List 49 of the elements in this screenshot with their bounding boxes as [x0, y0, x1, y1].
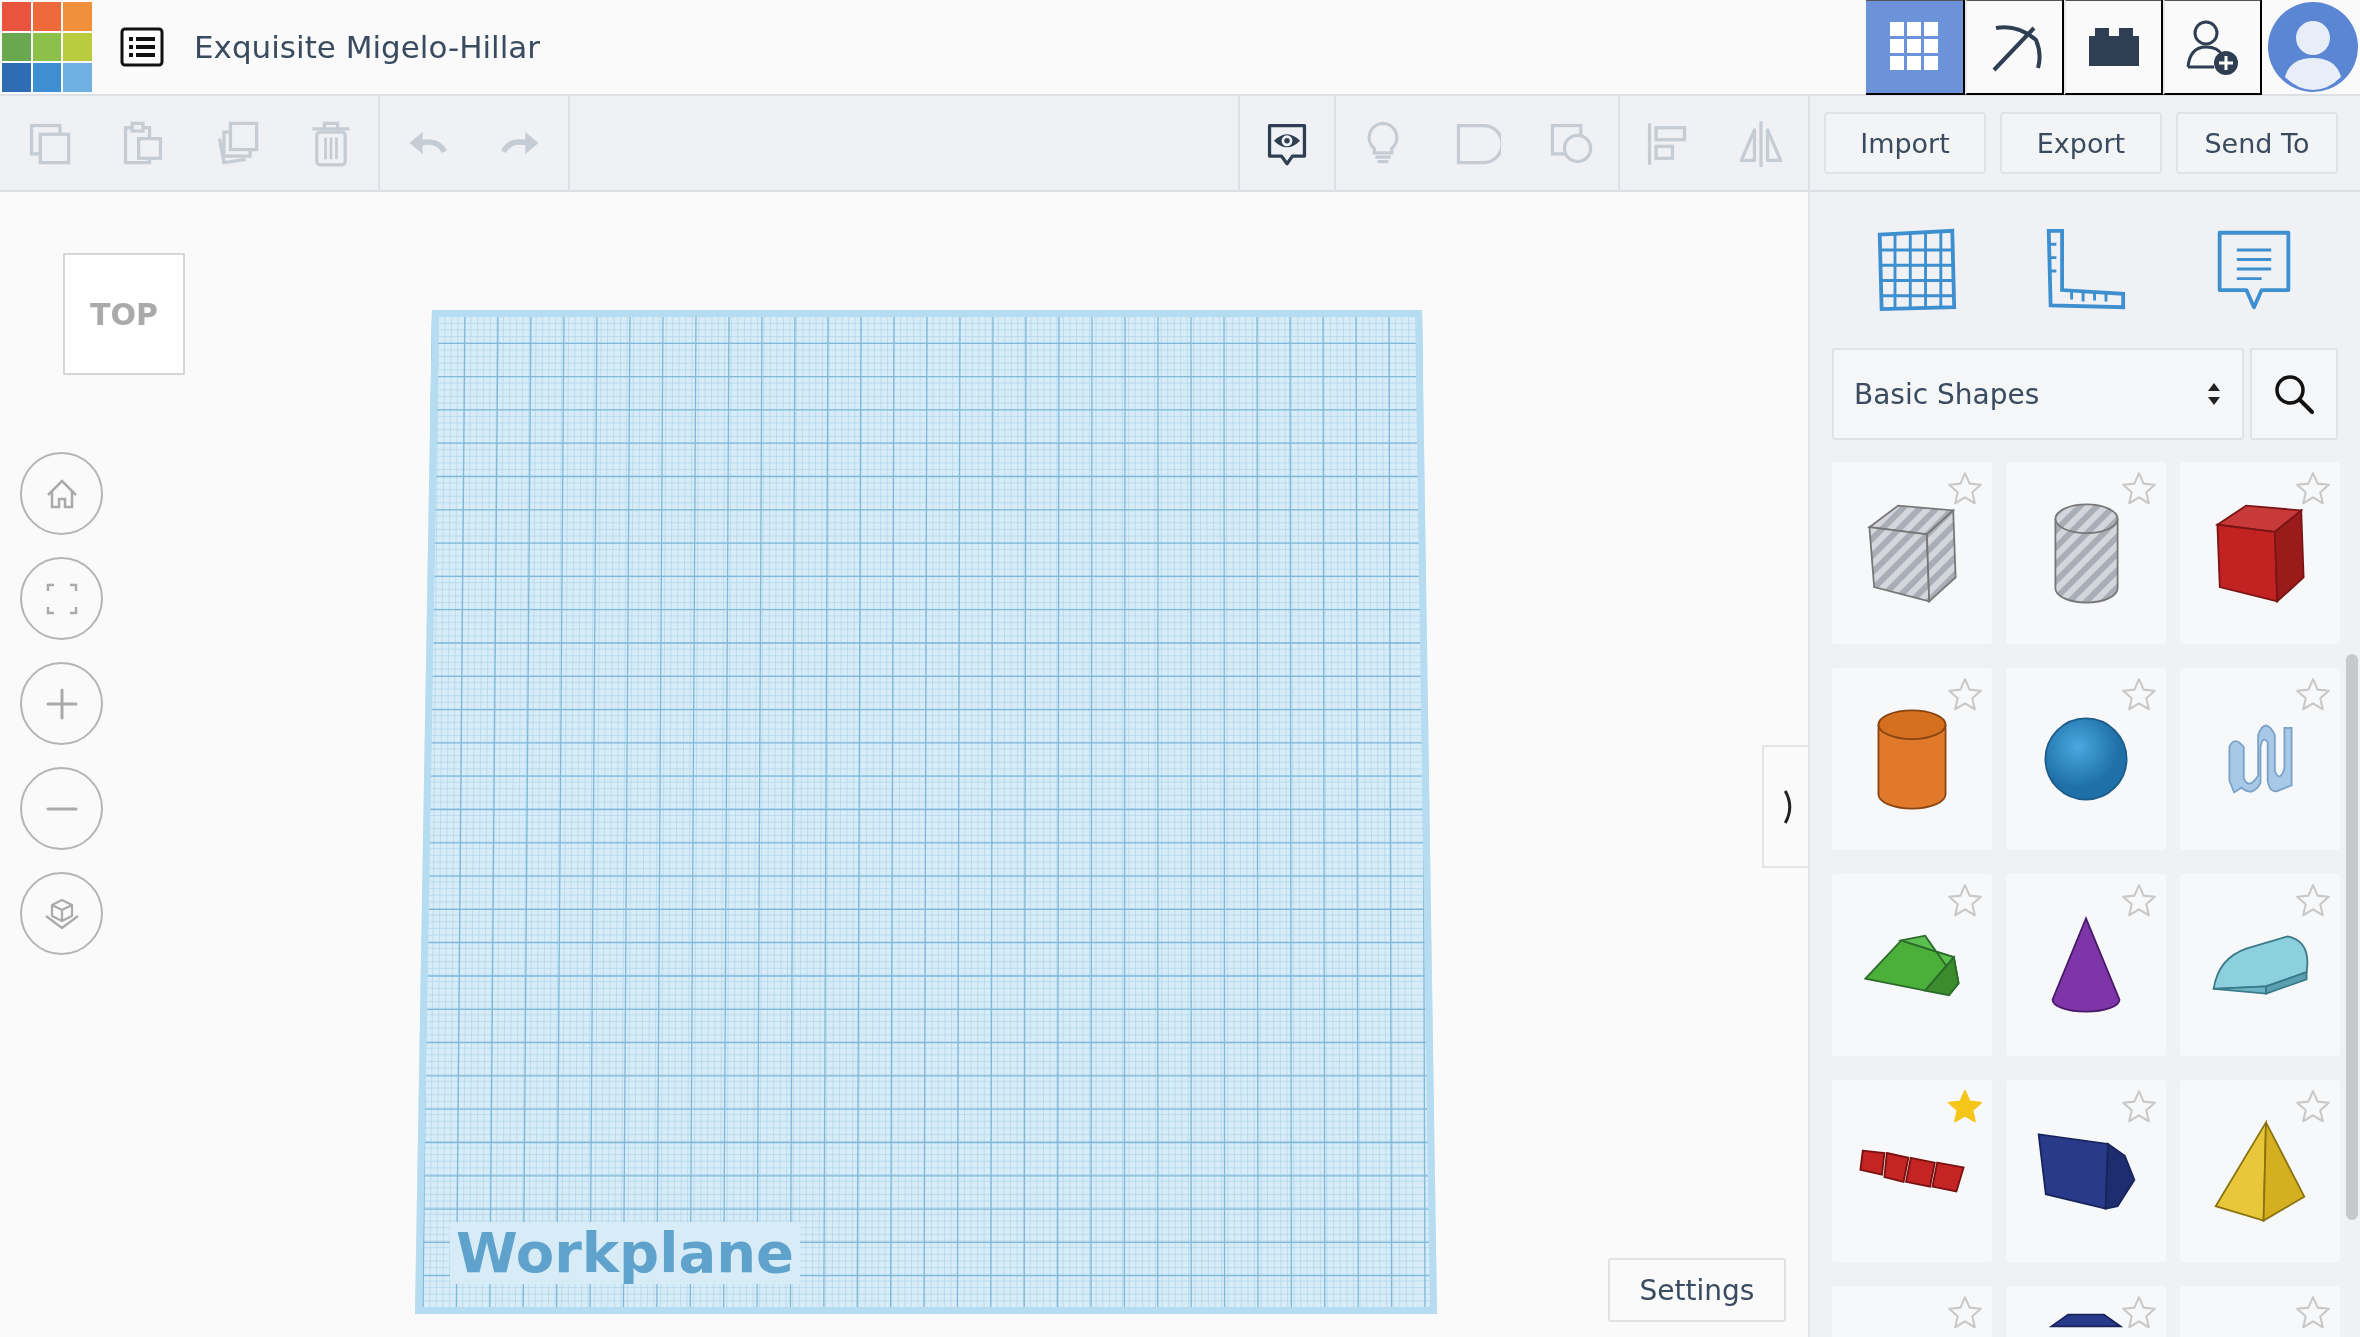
shape-tile[interactable]	[2180, 462, 2340, 644]
shape-tile[interactable]	[1832, 1080, 1992, 1262]
shape-tile[interactable]	[2180, 1080, 2340, 1262]
shape-tile[interactable]	[2180, 668, 2340, 850]
fit-view-icon	[45, 582, 78, 615]
home-icon	[45, 478, 78, 509]
shape-tile[interactable]	[2006, 874, 2166, 1056]
cube-view-icon	[43, 897, 80, 930]
sphere-icon	[2043, 716, 2129, 802]
toolbar-button[interactable]: Export	[2000, 112, 2162, 174]
toolbar-button[interactable]: Send To	[2176, 112, 2338, 174]
zoom-out-icon	[45, 806, 78, 811]
search-button[interactable]	[2250, 348, 2338, 440]
scribble-icon	[2226, 723, 2294, 795]
menu-icon[interactable]	[120, 27, 164, 67]
zoom-in-icon	[45, 687, 78, 720]
shape-tile[interactable]	[2006, 462, 2166, 644]
invite-user-button[interactable]	[2163, 0, 2262, 95]
app-tab[interactable]	[2064, 0, 2163, 95]
half-cylinder-icon	[2210, 934, 2310, 996]
chevron-icon	[1782, 788, 1792, 825]
shape-tile[interactable]	[1832, 462, 1992, 644]
search-icon	[2272, 372, 2316, 416]
design-title: Exquisite Migelo-Hillar	[194, 29, 541, 65]
settings-button[interactable]: Settings	[1608, 1258, 1786, 1322]
scrollbar[interactable]	[2346, 654, 2358, 1220]
shape-tile[interactable]	[1832, 668, 1992, 850]
striped-cylinder-icon	[2052, 501, 2120, 605]
pyramid-icon	[2213, 1119, 2307, 1223]
workplane-label: Workplane	[450, 1222, 801, 1284]
wedge-icon	[1863, 932, 1961, 998]
cylinder-icon	[1876, 707, 1948, 811]
shape-tile[interactable]	[1832, 874, 1992, 1056]
mirror-icon	[1737, 119, 1785, 167]
polygon-icon	[2049, 1312, 2123, 1329]
app-tab[interactable]	[1965, 0, 2064, 95]
shape-tile[interactable]	[2180, 874, 2340, 1056]
shape-tile[interactable]	[2006, 1080, 2166, 1262]
logo-icon[interactable]	[2, 2, 92, 92]
striped-cube-icon	[1866, 502, 1958, 604]
shape-tile[interactable]	[2006, 668, 2166, 850]
prism-icon	[2035, 1131, 2137, 1211]
cube-icon	[2214, 502, 2306, 604]
toolbar-button[interactable]: Import	[1824, 112, 1986, 174]
app-tab[interactable]	[1866, 0, 1965, 95]
cone-icon	[2050, 916, 2122, 1014]
shape-library-dropdown[interactable]: Basic Shapes	[1832, 348, 2244, 440]
avatar-icon[interactable]	[2268, 2, 2358, 92]
collapse-panel-button[interactable]	[1762, 745, 1810, 868]
